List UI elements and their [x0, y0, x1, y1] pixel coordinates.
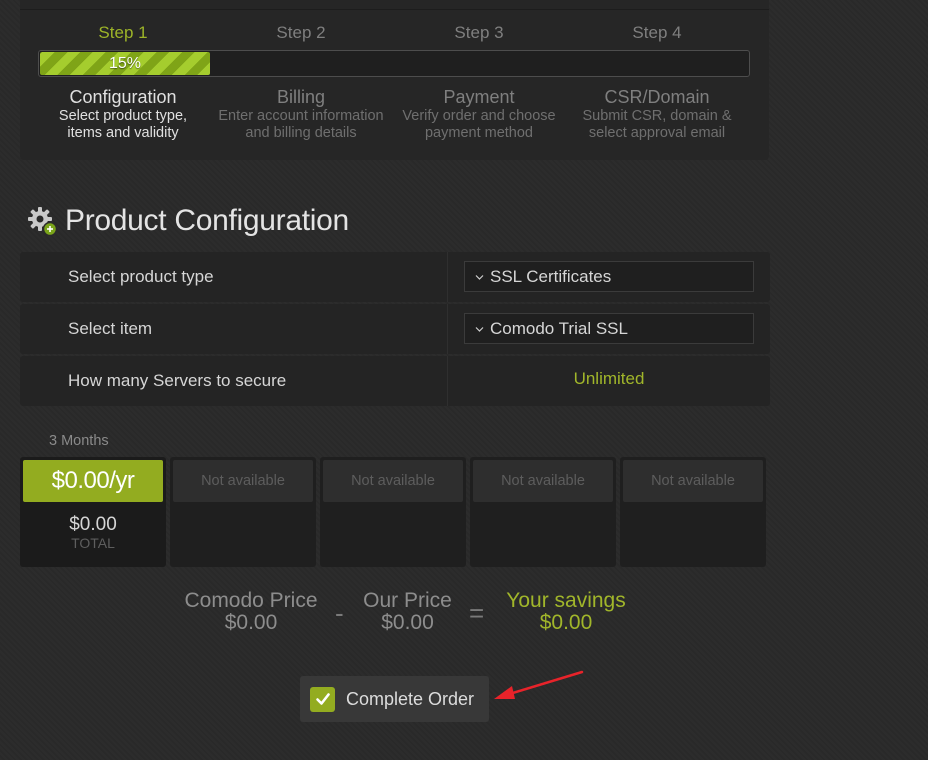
complete-order-button[interactable]: Complete Order	[300, 676, 489, 722]
divider	[447, 304, 448, 354]
step-3-label: Step 3	[454, 23, 504, 42]
item-select[interactable]: Comodo Trial SSL	[464, 313, 754, 344]
page-title: Product Configuration	[65, 204, 349, 237]
annotation-arrow-icon	[494, 670, 584, 699]
config-row-item: Select item Comodo Trial SSL	[20, 304, 770, 354]
step-description: items and validity	[67, 125, 179, 141]
step-description: Verify order and choose	[402, 108, 556, 124]
servers-value: Unlimited	[573, 369, 645, 388]
price-option-unavailable: Not available	[170, 457, 316, 567]
chevron-down-icon	[475, 327, 484, 332]
savings-label: Your savings	[506, 589, 626, 612]
step-title: CSR/Domain	[604, 87, 710, 107]
step-description: Select product type,	[58, 108, 188, 124]
price-total: $0.00	[69, 514, 117, 535]
comodo-price: Comodo Price $0.00	[176, 590, 326, 634]
price-option-3-months[interactable]: $0.00/yr $0.00 TOTAL	[20, 457, 166, 567]
not-available-badge: Not available	[623, 460, 763, 502]
step-description: and billing details	[245, 125, 357, 141]
step-description: Submit CSR, domain &	[582, 108, 732, 124]
our-price-label: Our Price	[363, 589, 452, 612]
step-csr-domain: CSR/Domain Submit CSR, domain & select a…	[568, 86, 746, 142]
savings-value: $0.00	[539, 611, 593, 634]
product-type-select[interactable]: SSL Certificates	[464, 261, 754, 292]
item-value: Comodo Trial SSL	[490, 318, 628, 338]
step-description: Enter account information	[218, 108, 384, 124]
not-available-badge: Not available	[323, 460, 463, 502]
product-type-label: Select product type	[68, 267, 214, 286]
config-row-product-type: Select product type SSL Certificates	[20, 252, 770, 302]
step-title: Billing	[276, 87, 326, 107]
step-payment: Payment Verify order and choose payment …	[390, 86, 568, 142]
checkmark-icon	[315, 693, 330, 705]
step-billing: Billing Enter account information and bi…	[212, 86, 390, 142]
price-option-unavailable: Not available	[320, 457, 466, 567]
our-price: Our Price $0.00	[350, 590, 465, 634]
divider	[447, 252, 448, 302]
checkbox[interactable]	[310, 686, 335, 712]
gear-add-icon	[28, 207, 58, 237]
steps-panel: Step 1 Step 2 Step 3 Step 4 15% Configur…	[20, 0, 769, 160]
product-type-value: SSL Certificates	[490, 266, 612, 286]
price-badge: $0.00/yr	[23, 460, 163, 502]
comodo-price-label: Comodo Price	[184, 589, 318, 612]
section-heading: Product Configuration	[26, 201, 349, 241]
equals-sign: =	[469, 598, 485, 628]
minus-sign: -	[335, 598, 344, 628]
chevron-down-icon	[475, 275, 484, 280]
step-4-label: Step 4	[632, 23, 682, 42]
comodo-price-value: $0.00	[224, 611, 278, 634]
not-available-badge: Not available	[473, 460, 613, 502]
your-savings: Your savings $0.00	[496, 590, 636, 634]
step-description: select approval email	[588, 125, 726, 141]
progress-bar: 15%	[38, 50, 750, 77]
step-2-label: Step 2	[276, 23, 326, 42]
price-option-unavailable: Not available	[620, 457, 766, 567]
item-label: Select item	[68, 319, 153, 338]
step-description: payment method	[424, 125, 533, 141]
period-label: 3 Months	[49, 433, 109, 449]
step-1-label: Step 1	[98, 23, 148, 42]
price-option-unavailable: Not available	[470, 457, 616, 567]
complete-order-label: Complete Order	[346, 688, 475, 709]
progress-percent: 15%	[108, 54, 142, 72]
our-price-value: $0.00	[381, 611, 434, 634]
step-configuration: Configuration Select product type, items…	[34, 86, 212, 142]
step-title: Configuration	[69, 87, 177, 107]
config-row-servers: How many Servers to secure Unlimited	[20, 356, 770, 406]
step-title: Payment	[443, 87, 515, 107]
servers-label: How many Servers to secure	[68, 371, 287, 390]
total-label: TOTAL	[71, 535, 115, 551]
not-available-badge: Not available	[173, 460, 313, 502]
